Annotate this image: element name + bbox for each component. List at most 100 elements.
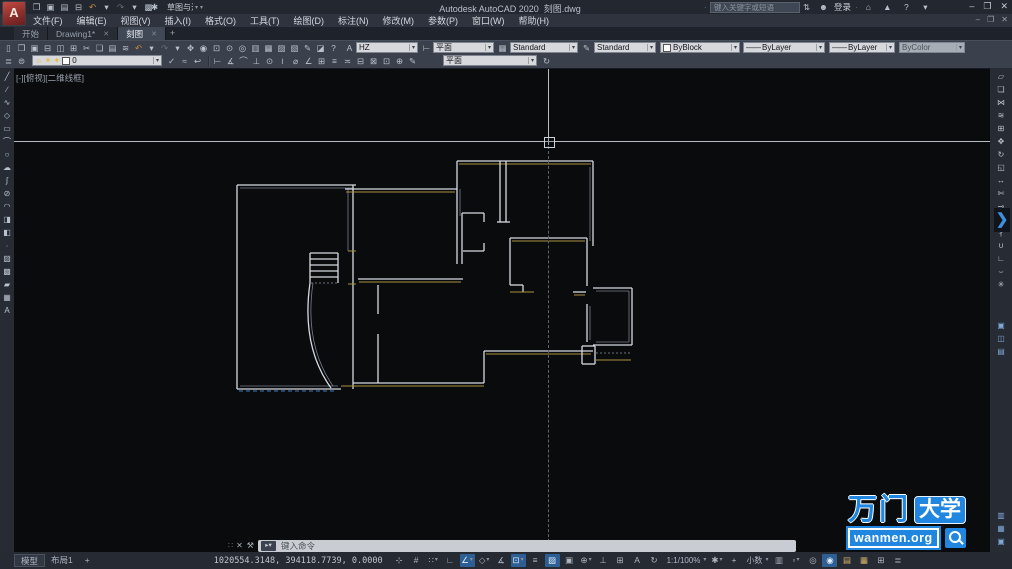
units-control[interactable]: 小数▾ xyxy=(743,554,769,567)
menu-item[interactable]: 修改(M) xyxy=(376,14,422,27)
menu-item[interactable]: 插入(I) xyxy=(158,14,199,27)
tab-keitu[interactable]: 刻图✕ xyxy=(118,27,166,40)
open-button[interactable]: ❒ xyxy=(30,1,43,13)
workspace-control[interactable]: ✱ 草图与注释 ▾ ▾ xyxy=(148,1,203,13)
menu-item[interactable]: 编辑(E) xyxy=(70,14,114,27)
nav-pan-icon[interactable]: ▣ xyxy=(995,319,1008,332)
menu-item[interactable]: 帮助(H) xyxy=(512,14,557,27)
otrack-toggle[interactable]: ∡ xyxy=(494,554,509,567)
perf-panel-icon[interactable]: ▦ xyxy=(995,522,1008,535)
search-input[interactable]: 键入关键字或短语 xyxy=(710,2,800,13)
command-close-icon[interactable]: ✕ xyxy=(236,541,243,550)
menu-item[interactable]: 文件(F) xyxy=(26,14,70,27)
layer-freeze-icon[interactable]: ☀ xyxy=(44,56,51,65)
erase-button[interactable]: ▱ xyxy=(995,70,1008,83)
tab-start[interactable]: 开始 xyxy=(14,27,48,40)
layer-on-icon[interactable]: ☼ xyxy=(35,56,42,65)
center-mark-button[interactable]: ⊕ xyxy=(393,55,406,67)
spline-button[interactable]: ∫ xyxy=(1,174,14,187)
save-as-button[interactable]: ▤ xyxy=(58,1,71,13)
lineweight-combo[interactable]: —— ByLayer▾ xyxy=(829,42,895,53)
layer-combo[interactable]: ☼ ☀ ✦ 0 ▾ xyxy=(32,55,162,66)
insert-block-button[interactable]: ◨ xyxy=(1,213,14,226)
workspace-switching-control[interactable]: ✱▾ xyxy=(709,554,724,567)
polygon-button[interactable]: ◇ xyxy=(1,109,14,122)
properties-palette-button[interactable]: ▥ xyxy=(249,42,262,54)
menu-item[interactable]: 标注(N) xyxy=(331,14,376,27)
table-button[interactable]: ▦ xyxy=(1,291,14,304)
nav-orbit-icon[interactable]: ◫ xyxy=(995,332,1008,345)
redo-button[interactable]: ↷ xyxy=(114,1,127,13)
lineweight-toggle[interactable]: ≡ xyxy=(528,554,543,567)
doc-close-button[interactable]: ✕ xyxy=(1001,15,1008,24)
menu-item[interactable]: 参数(P) xyxy=(421,14,465,27)
help-button[interactable]: ? xyxy=(327,42,340,54)
help-dropdown[interactable]: ▾ xyxy=(919,1,932,13)
create-block-button[interactable]: ◧ xyxy=(1,226,14,239)
text-style-combo[interactable]: HZ▾ xyxy=(356,42,418,53)
aligned-dimension-button[interactable]: ∡ xyxy=(224,55,237,67)
design-center-button[interactable]: ▦ xyxy=(262,42,275,54)
publish-button[interactable]: ⊞ xyxy=(67,42,80,54)
viewport-controls-label[interactable]: [-][俯视][二维线框] xyxy=(16,72,84,84)
grid-toggle[interactable]: # xyxy=(409,554,424,567)
new-layout-tab[interactable]: + xyxy=(79,554,96,567)
ortho-toggle[interactable]: ∟ xyxy=(443,554,458,567)
polar-tracking-toggle[interactable]: ∠▾ xyxy=(460,554,475,567)
ellipse-button[interactable]: ⊘ xyxy=(1,187,14,200)
transparency-toggle[interactable]: ▨ xyxy=(545,554,560,567)
annotation-visibility-toggle[interactable]: A xyxy=(630,554,645,567)
doc-minimize-button[interactable]: – xyxy=(976,15,980,24)
point-button[interactable]: ∙ xyxy=(1,239,14,252)
collapse-panel-arrow[interactable]: ❯ xyxy=(994,208,1010,232)
restore-button[interactable]: ❐ xyxy=(983,1,991,12)
annotation-scale-control[interactable]: 1:1/100%▾ xyxy=(664,554,708,567)
layer-properties-button[interactable]: ≣ xyxy=(2,55,15,67)
markup-set-manager-button[interactable]: ✎ xyxy=(301,42,314,54)
snap-toggle[interactable]: ∷▾ xyxy=(426,554,441,567)
move-button[interactable]: ✥ xyxy=(995,135,1008,148)
paste-button[interactable]: ▤ xyxy=(106,42,119,54)
command-input[interactable]: ▸▾ 键入命令 xyxy=(258,540,796,552)
menu-item[interactable]: 绘图(D) xyxy=(287,14,332,27)
sign-in-button[interactable]: 登录 xyxy=(834,1,851,13)
linetype-combo[interactable]: —— ByLayer▾ xyxy=(743,42,825,53)
customize-status-button[interactable]: ≣ xyxy=(890,554,905,567)
selection-cycling-toggle[interactable]: ▣ xyxy=(562,554,577,567)
polyline-button[interactable]: ∿ xyxy=(1,96,14,109)
stay-connected-icon[interactable]: ▲ xyxy=(881,1,894,13)
viewport-maximize-toggle[interactable]: ⊞ xyxy=(873,554,888,567)
radius-dimension-button[interactable]: ⊙ xyxy=(263,55,276,67)
3d-osnap-toggle[interactable]: ⊕▾ xyxy=(579,554,594,567)
menu-item[interactable]: 视图(V) xyxy=(114,14,158,27)
quick-properties-toggle[interactable]: ▥ xyxy=(771,554,786,567)
autoscale-toggle[interactable]: ↻ xyxy=(647,554,662,567)
new-tab-button[interactable]: + xyxy=(166,27,179,40)
dynamic-ucs-toggle[interactable]: ⊥ xyxy=(596,554,611,567)
qnew-button[interactable]: ▯ xyxy=(2,42,15,54)
infer-constraints-toggle[interactable]: ⊹ xyxy=(392,554,407,567)
undo-dropdown[interactable]: ▾ xyxy=(100,1,113,13)
construction-line-button[interactable]: ∕ xyxy=(1,83,14,96)
user-icon[interactable]: ☻ xyxy=(817,1,830,13)
continue-dimension-button[interactable]: ≍ xyxy=(341,55,354,67)
qat-overflow-dropdown-icon[interactable]: ▾ xyxy=(200,4,203,11)
line-button[interactable]: ╱ xyxy=(1,70,14,83)
clean-screen-a[interactable]: ▤ xyxy=(839,554,854,567)
isolate-objects-control[interactable]: ◎ xyxy=(805,554,820,567)
linear-dimension-button[interactable]: ⊢ xyxy=(211,55,224,67)
quick-dimension-button[interactable]: ⊞ xyxy=(315,55,328,67)
command-customize-icon[interactable]: ⚒ xyxy=(247,541,254,550)
rectangle-button[interactable]: ▭ xyxy=(1,122,14,135)
tolerance-button[interactable]: ⊡ xyxy=(380,55,393,67)
explode-button[interactable]: ✳ xyxy=(995,278,1008,291)
revision-cloud-button[interactable]: ☁ xyxy=(1,161,14,174)
redo-dropdown[interactable]: ▾ xyxy=(128,1,141,13)
layer-filter-button[interactable]: ⊜ xyxy=(15,55,28,67)
arc-button[interactable]: ⌒ xyxy=(1,135,14,148)
graphics-performance-toggle[interactable]: ◉ xyxy=(822,554,837,567)
lock-ui-control[interactable]: ▫▾ xyxy=(788,554,803,567)
undo-list-dropdown[interactable]: ▾ xyxy=(145,42,158,54)
fillet-button[interactable]: ⌣ xyxy=(995,265,1008,278)
dimension-edit-button[interactable]: ✎ xyxy=(406,55,419,67)
